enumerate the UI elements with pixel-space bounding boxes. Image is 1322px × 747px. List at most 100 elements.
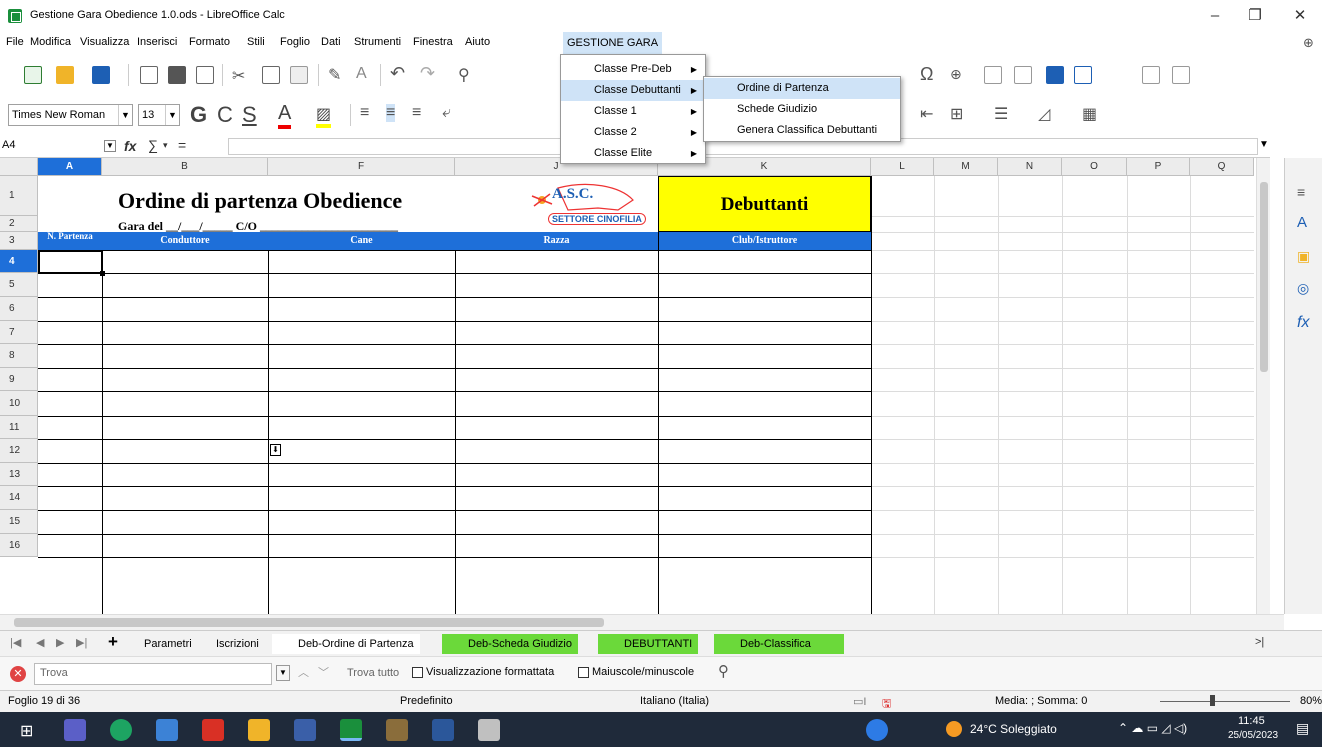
match-case-checkbox[interactable]	[578, 667, 589, 678]
function-wizard-icon[interactable]: fx	[124, 138, 136, 154]
menu-file[interactable]: File	[6, 36, 24, 48]
teams-icon[interactable]	[64, 719, 86, 741]
menu-classe-elite[interactable]: Classe Elite ▶	[561, 143, 705, 164]
freeze-rows-icon[interactable]	[1074, 66, 1092, 84]
wrap-text-icon[interactable]: ⤶	[442, 104, 451, 122]
hscroll-thumb[interactable]	[14, 618, 604, 627]
row-header[interactable]: 3	[0, 232, 38, 250]
underline-icon[interactable]: S	[242, 102, 257, 128]
row-header[interactable]: 2	[0, 216, 38, 232]
row-header[interactable]: 16	[0, 534, 38, 557]
column-header-o[interactable]: O	[1062, 158, 1127, 176]
row-header[interactable]: 12	[0, 439, 38, 463]
align-right-icon[interactable]: ≡	[412, 104, 421, 122]
remote-app-icon[interactable]	[294, 719, 316, 741]
export-pdf-icon[interactable]	[140, 66, 158, 84]
zoom-level[interactable]: 80%	[1300, 695, 1322, 707]
tab-deb-scheda[interactable]: Deb-Scheda Giudizio	[442, 634, 578, 654]
close-find-icon[interactable]: ✕	[10, 666, 26, 682]
properties-icon[interactable]: ≡	[1297, 184, 1305, 200]
chevron-down-icon[interactable]: ▾	[163, 140, 168, 151]
next-sheet-icon[interactable]: ▶	[56, 636, 64, 649]
print-icon[interactable]	[168, 66, 186, 84]
copy-icon[interactable]	[262, 66, 280, 84]
menu-visualizza[interactable]: Visualizza	[80, 36, 129, 48]
chevron-down-icon[interactable]: ▼	[276, 665, 290, 681]
font-color-icon[interactable]: A	[278, 102, 292, 129]
find-all-button[interactable]: Trova tutto	[347, 667, 399, 679]
windows-start-icon[interactable]: ⊞	[20, 721, 33, 741]
menu-classe-debuttanti[interactable]: Classe Debuttanti ▶	[561, 80, 705, 101]
prev-sheet-icon[interactable]: ◀	[36, 636, 44, 649]
column-header-p[interactable]: P	[1127, 158, 1190, 176]
open-folder-icon[interactable]	[56, 66, 74, 84]
globe-icon[interactable]: ⊕	[1303, 35, 1314, 51]
clock-date[interactable]: 25/05/2023	[1228, 730, 1278, 741]
menu-genera-classifica[interactable]: Genera Classifica Debuttanti	[704, 120, 900, 141]
row-header[interactable]: 6	[0, 297, 38, 321]
weather-icon[interactable]	[946, 721, 962, 737]
acrobat-icon[interactable]	[202, 719, 224, 741]
selection-mode-icon[interactable]: ▭I	[853, 695, 866, 708]
column-header-m[interactable]: M	[934, 158, 998, 176]
zoom-slider-thumb[interactable]	[1210, 695, 1215, 706]
italic-icon[interactable]: C	[217, 102, 233, 128]
menu-dati[interactable]: Dati	[321, 36, 341, 48]
menu-formato[interactable]: Formato	[189, 36, 230, 48]
row-header[interactable]: 1	[0, 176, 38, 216]
row-header[interactable]: 14	[0, 486, 38, 510]
row-header[interactable]: 8	[0, 344, 38, 368]
select-all-corner[interactable]	[0, 158, 38, 176]
menu-aiuto[interactable]: Aiuto	[465, 36, 490, 48]
notifications-icon[interactable]: ▤	[1296, 720, 1309, 737]
menu-strumenti[interactable]: Strumenti	[354, 36, 401, 48]
menu-schede-giudizio[interactable]: Schede Giudizio	[704, 99, 900, 120]
scrollbar-thumb[interactable]	[1260, 182, 1268, 372]
print-preview-icon[interactable]	[196, 66, 214, 84]
row-header[interactable]: 7	[0, 321, 38, 344]
undo-icon[interactable]: ↶	[390, 63, 405, 84]
redo-icon[interactable]: ↷	[420, 63, 435, 84]
clone-formatting-icon[interactable]: ✎	[328, 65, 341, 85]
column-header-a[interactable]: A	[38, 158, 102, 176]
menu-inserisci[interactable]: Inserisci	[137, 36, 177, 48]
language[interactable]: Italiano (Italia)	[640, 695, 709, 707]
word-icon[interactable]	[432, 719, 454, 741]
tab-parametri[interactable]: Parametri	[138, 634, 198, 654]
close-button[interactable]: ✕	[1285, 6, 1315, 26]
horizontal-scrollbar[interactable]	[0, 614, 1284, 630]
name-box[interactable]: A4	[0, 139, 100, 155]
border-style-icon[interactable]: ☰	[994, 104, 1008, 124]
cell-dropdown-icon[interactable]: ⬇	[270, 444, 281, 456]
header-footer-icon[interactable]	[1014, 66, 1032, 84]
menu-finestra[interactable]: Finestra	[413, 36, 453, 48]
formula-icon[interactable]: =	[178, 137, 186, 153]
row-header[interactable]: 10	[0, 391, 38, 416]
comment-icon[interactable]	[984, 66, 1002, 84]
column-header-l[interactable]: L	[871, 158, 934, 176]
show-draw-functions-icon[interactable]	[1172, 66, 1190, 84]
libreoffice-calc-taskbar-icon[interactable]	[340, 719, 362, 741]
align-left-icon[interactable]: ≡	[360, 104, 369, 122]
tab-deb-ordine[interactable]: Deb-Ordine di Partenza	[272, 634, 420, 654]
find-replace-icon[interactable]: ⚲	[718, 662, 729, 680]
paste-icon[interactable]	[290, 66, 308, 84]
paint-icon[interactable]	[478, 719, 500, 741]
borders-icon[interactable]: ⊞	[950, 104, 963, 124]
define-print-area-icon[interactable]	[1046, 66, 1064, 84]
find-next-icon[interactable]: ﹀	[318, 664, 329, 680]
row-header[interactable]: 5	[0, 273, 38, 297]
decrease-indent-icon[interactable]: ⇤	[920, 104, 933, 124]
weather-text[interactable]: 24°C Soleggiato	[970, 722, 1057, 736]
menu-ordine-di-partenza[interactable]: Ordine di Partenza	[704, 78, 900, 99]
formatted-display-checkbox[interactable]	[412, 667, 423, 678]
menu-modifica[interactable]: Modifica	[30, 36, 71, 48]
row-header[interactable]: 9	[0, 368, 38, 391]
tab-deb-classifica[interactable]: Deb-Classifica	[714, 634, 844, 654]
menu-classe-pre-deb[interactable]: Classe Pre-Deb ▶	[561, 59, 705, 80]
highlight-color-icon[interactable]: ▨	[316, 104, 332, 128]
functions-icon[interactable]: fx	[1297, 314, 1309, 332]
styles-icon[interactable]: A	[1297, 214, 1307, 231]
font-name-combobox[interactable]: Times New Roman ▼	[8, 104, 133, 126]
clear-formatting-icon[interactable]: A	[356, 65, 367, 83]
